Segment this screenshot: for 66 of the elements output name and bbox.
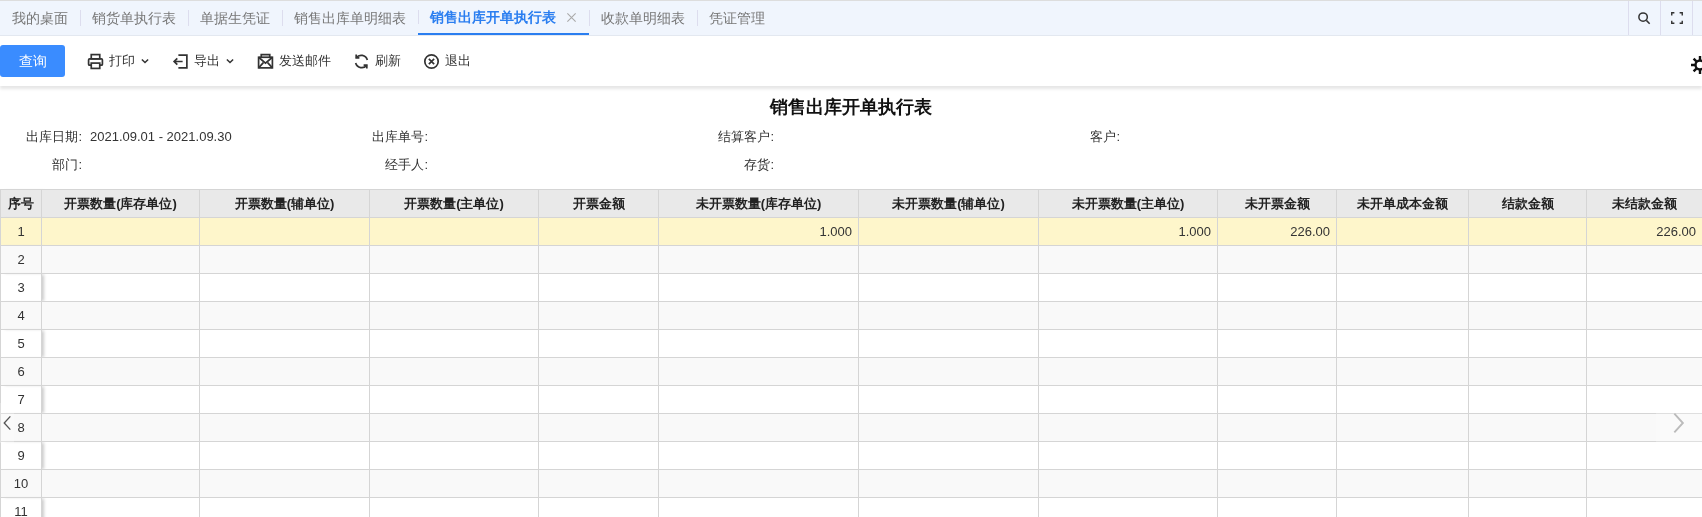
column-header[interactable]: 开票数量(库存单位) — [41, 189, 200, 218]
table-row[interactable]: 1 1.000 1.000 226.00 226.00 — [0, 217, 1702, 246]
filter-label: 结算客户: — [717, 128, 774, 147]
toolbar-button[interactable]: 退出 — [423, 51, 471, 71]
row-number: 5 — [0, 329, 42, 358]
column-header[interactable]: 未开票数量(主单位) — [1038, 189, 1218, 218]
table-row[interactable]: 3 — [0, 273, 1702, 302]
table-cell: 1.000 — [1038, 217, 1218, 246]
tab[interactable]: 我的桌面 — [0, 1, 80, 35]
filter-label: 存货: — [743, 156, 774, 175]
table-cell: 226.00 — [1586, 217, 1702, 246]
column-header[interactable]: 开票金额 — [538, 189, 659, 218]
table-cell: 226.00 — [1217, 217, 1337, 246]
envelope-icon — [257, 52, 274, 70]
column-header[interactable]: 未结款金额 — [1586, 189, 1702, 218]
row-number: 1 — [0, 217, 42, 246]
table-row[interactable]: 5 — [0, 329, 1702, 358]
toolbar-button[interactable]: 导出 — [172, 51, 235, 71]
tab[interactable]: 单据生凭证 — [188, 1, 282, 35]
table-row[interactable]: 2 — [0, 245, 1702, 274]
row-number: 11 — [0, 497, 42, 517]
tab[interactable]: 销货单执行表 — [80, 1, 188, 35]
row-number: 10 — [0, 469, 42, 498]
row-number: 8 — [0, 413, 42, 442]
column-header[interactable]: 未开单成本金额 — [1336, 189, 1469, 218]
row-number: 9 — [0, 441, 42, 470]
toolbar-button[interactable]: 刷新 — [353, 51, 401, 71]
filter-value: 2021.09.01 - 2021.09.30 — [90, 128, 232, 147]
table-cell: 1.000 — [658, 217, 859, 246]
filter-label: 部门: — [51, 156, 82, 175]
toolbar-button[interactable]: 发送邮件 — [257, 51, 331, 71]
table-row[interactable]: 11 — [0, 497, 1702, 517]
column-header[interactable]: 未开票金额 — [1217, 189, 1337, 218]
tab[interactable]: 销售出库单明细表 — [282, 1, 418, 35]
row-number: 2 — [0, 245, 42, 274]
export-icon — [172, 52, 189, 70]
tab[interactable]: 收款单明细表 — [589, 1, 697, 35]
column-header[interactable]: 结款金额 — [1468, 189, 1587, 218]
filter-label: 出库日期: — [25, 128, 82, 147]
column-header[interactable]: 未开票数量(辅单位) — [858, 189, 1039, 218]
filter-label: 客户: — [1089, 128, 1120, 147]
fullscreen-icon[interactable] — [1669, 11, 1684, 25]
column-header[interactable]: 开票数量(主单位) — [369, 189, 539, 218]
close-circle-icon — [423, 52, 440, 70]
row-number: 7 — [0, 385, 42, 414]
column-header[interactable]: 未开票数量(库存单位) — [658, 189, 859, 218]
row-number: 4 — [0, 301, 42, 330]
refresh-icon — [353, 52, 370, 70]
column-header[interactable]: 开票数量(辅单位) — [199, 189, 370, 218]
table-row[interactable]: 10 — [0, 469, 1702, 498]
column-header[interactable]: 序号 — [0, 189, 42, 218]
tab[interactable]: 销售出库开单执行表 — [418, 1, 589, 35]
row-number: 6 — [0, 357, 42, 386]
table-row[interactable]: 8 — [0, 413, 1702, 442]
search-icon[interactable] — [1637, 10, 1652, 26]
tab[interactable]: 凭证管理 — [697, 1, 777, 35]
printer-icon — [87, 52, 104, 70]
table-row[interactable]: 6 — [0, 357, 1702, 386]
toolbar-button[interactable]: 打印 — [87, 51, 150, 71]
filter-label: 经手人: — [384, 156, 428, 175]
report-title: 销售出库开单执行表 — [768, 96, 933, 119]
table-row[interactable]: 9 — [0, 441, 1702, 470]
table-row[interactable]: 4 — [0, 301, 1702, 330]
table-row[interactable]: 7 — [0, 385, 1702, 414]
filter-label: 出库单号: — [371, 128, 428, 147]
row-number: 3 — [0, 273, 42, 302]
